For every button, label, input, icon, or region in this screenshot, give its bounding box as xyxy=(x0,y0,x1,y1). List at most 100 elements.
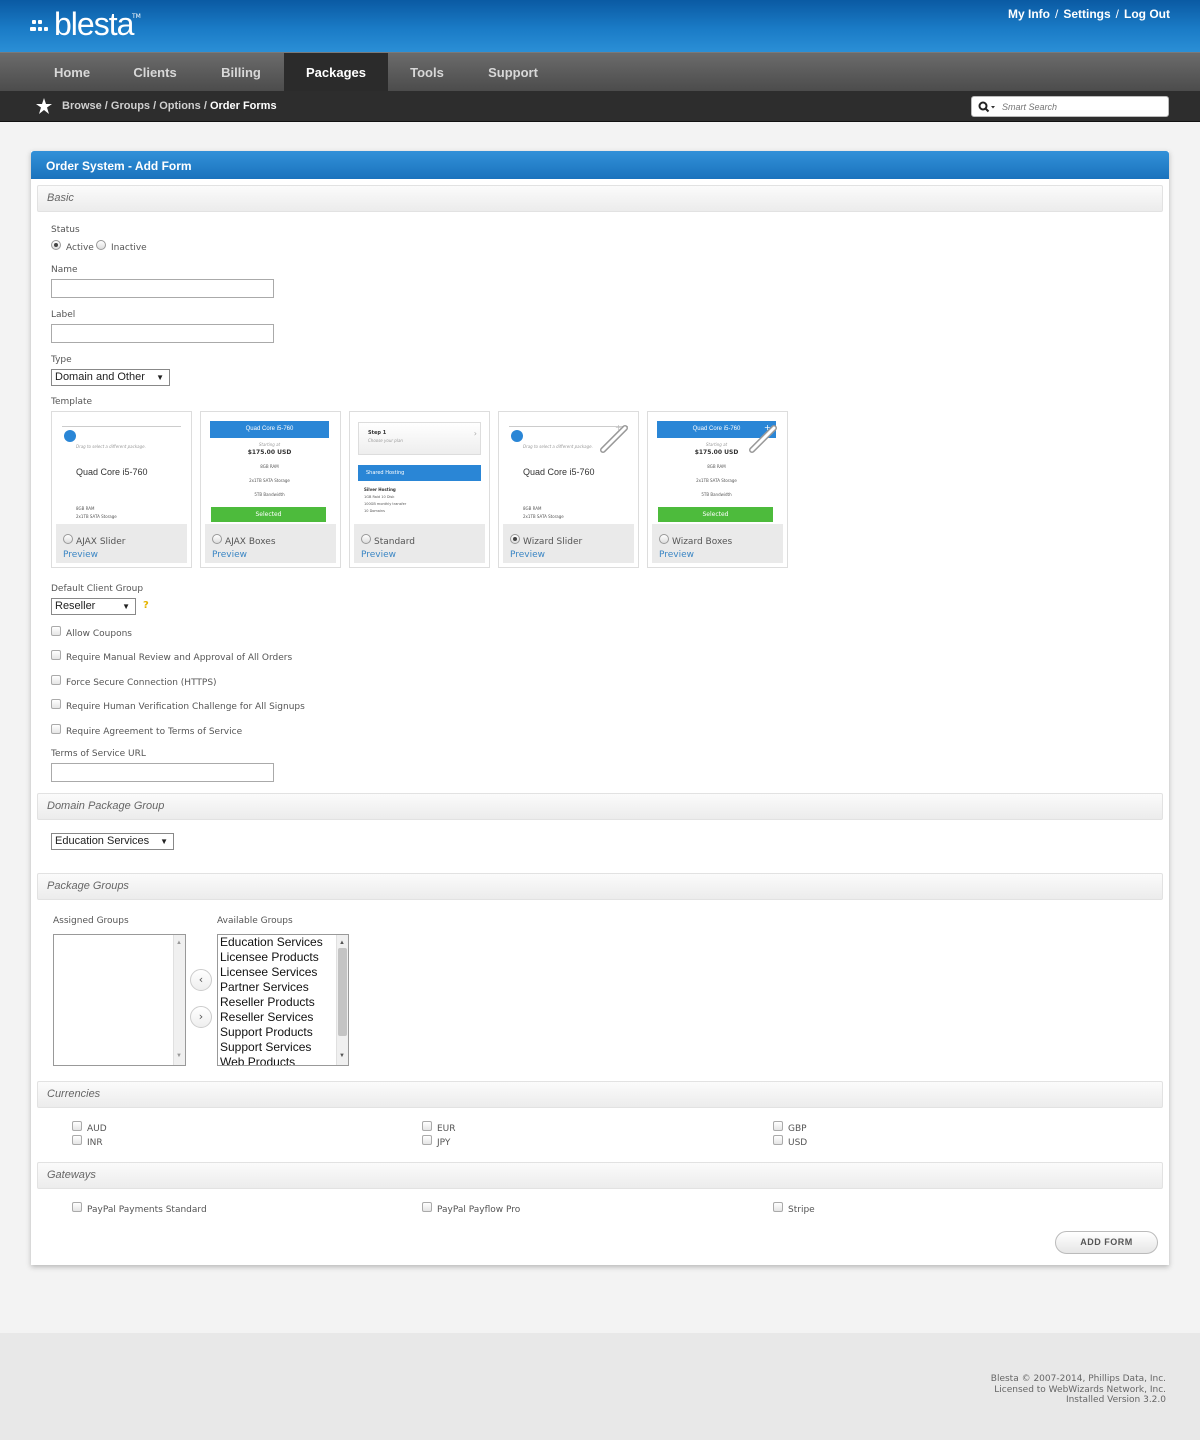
list-item[interactable]: Licensee Products xyxy=(218,950,348,965)
template-radio[interactable] xyxy=(659,534,669,544)
star-icon[interactable] xyxy=(36,98,52,114)
top-header: blesta TM My Info / Settings / Log Out xyxy=(0,0,1200,52)
currency-usd-label: USD xyxy=(788,1138,808,1148)
template-wizard-boxes[interactable]: Quad Core i5-760 Starting at $175.00 USD… xyxy=(647,411,788,568)
domain-group-select[interactable]: Education Services ▼ xyxy=(51,833,174,850)
template-standard[interactable]: Step 1 Choose your plan › Shared Hosting… xyxy=(349,411,490,568)
label-field[interactable] xyxy=(51,324,274,343)
gateway-paypal-payflow-checkbox[interactable] xyxy=(422,1202,432,1212)
type-value: Domain and Other xyxy=(55,371,145,383)
assigned-groups-list[interactable]: ▲ ▼ xyxy=(53,934,186,1066)
allow-coupons-label: Allow Coupons xyxy=(66,629,132,639)
template-preview-link[interactable]: Preview xyxy=(63,550,98,560)
top-links: My Info / Settings / Log Out xyxy=(1008,7,1170,21)
client-group-select[interactable]: Reseller ▼ xyxy=(51,598,136,615)
nav-packages[interactable]: Packages xyxy=(284,53,388,92)
template-preview-link[interactable]: Preview xyxy=(212,550,247,560)
magic-wand-icon: + xyxy=(749,423,777,453)
template-name: Wizard Slider xyxy=(523,537,583,547)
status-active-radio[interactable] xyxy=(51,240,61,250)
help-icon[interactable]: ? xyxy=(143,600,149,611)
main-nav: Home Clients Billing Packages Tools Supp… xyxy=(0,52,1200,92)
manual-review-checkbox[interactable] xyxy=(51,650,61,660)
scrollbar[interactable]: ▲ ▼ xyxy=(173,935,185,1065)
move-left-button[interactable]: ‹ xyxy=(190,969,212,991)
template-name: Wizard Boxes xyxy=(672,537,733,547)
template-preview-link[interactable]: Preview xyxy=(510,550,545,560)
tos-url-field[interactable] xyxy=(51,763,274,782)
scrollbar[interactable]: ▲ ▼ xyxy=(336,935,348,1065)
template-preview-link[interactable]: Preview xyxy=(361,550,396,560)
template-radio[interactable] xyxy=(63,534,73,544)
gateway-stripe-label: Stripe xyxy=(788,1205,815,1215)
currency-eur-checkbox[interactable] xyxy=(422,1121,432,1131)
list-item[interactable]: Reseller Products xyxy=(218,995,348,1010)
currency-aud-checkbox[interactable] xyxy=(72,1121,82,1131)
currency-gbp-checkbox[interactable] xyxy=(773,1121,783,1131)
smart-search[interactable] xyxy=(971,96,1169,117)
force-https-checkbox[interactable] xyxy=(51,675,61,685)
available-groups-list[interactable]: Education Services Licensee Products Lic… xyxy=(217,934,349,1066)
list-item[interactable]: Support Products xyxy=(218,1025,348,1040)
template-name: Standard xyxy=(374,537,415,547)
list-item[interactable]: Web Products xyxy=(218,1055,348,1065)
list-item[interactable]: Partner Services xyxy=(218,980,348,995)
force-https-label: Force Secure Connection (HTTPS) xyxy=(66,678,217,688)
footer: Blesta © 2007-2014, Phillips Data, Inc. … xyxy=(0,1333,1200,1440)
section-domain-package-group: Domain Package Group xyxy=(37,793,1163,820)
section-package-groups: Package Groups xyxy=(37,873,1163,900)
breadcrumb-bar: Browse / Groups / Options / Order Forms xyxy=(0,91,1200,122)
magic-wand-icon: + xyxy=(600,423,628,453)
nav-tools[interactable]: Tools xyxy=(395,53,459,92)
footer-license: Licensed to WebWizards Network, Inc. xyxy=(994,1384,1166,1395)
name-field[interactable] xyxy=(51,279,274,298)
breadcrumb: Browse / Groups / Options / Order Forms xyxy=(62,100,277,112)
currency-jpy-checkbox[interactable] xyxy=(422,1135,432,1145)
footer-copyright: Blesta © 2007-2014, Phillips Data, Inc. xyxy=(990,1374,1166,1384)
logo-tm: TM xyxy=(132,13,141,20)
require-tos-checkbox[interactable] xyxy=(51,724,61,734)
log-out-link[interactable]: Log Out xyxy=(1124,7,1170,21)
breadcrumb-browse[interactable]: Browse xyxy=(62,100,102,112)
require-tos-label: Require Agreement to Terms of Service xyxy=(66,727,243,737)
list-item[interactable]: Licensee Services xyxy=(218,965,348,980)
currency-inr-checkbox[interactable] xyxy=(72,1135,82,1145)
currency-usd-checkbox[interactable] xyxy=(773,1135,783,1145)
gateway-stripe-checkbox[interactable] xyxy=(773,1202,783,1212)
blesta-logo[interactable]: blesta TM xyxy=(30,6,160,44)
template-ajax-boxes[interactable]: Quad Core i5-760 Starting at $175.00 USD… xyxy=(200,411,341,568)
template-wizard-slider[interactable]: Drag to select a different package. Quad… xyxy=(498,411,639,568)
human-verification-label: Require Human Verification Challenge for… xyxy=(66,702,305,712)
template-preview-image: Quad Core i5-760 Starting at $175.00 USD… xyxy=(652,416,783,524)
gateway-paypal-payflow-label: PayPal Payflow Pro xyxy=(437,1205,521,1215)
breadcrumb-groups[interactable]: Groups xyxy=(111,100,150,112)
nav-support[interactable]: Support xyxy=(473,53,553,92)
assigned-groups-label: Assigned Groups xyxy=(53,916,129,926)
status-inactive-radio[interactable] xyxy=(96,240,106,250)
nav-billing[interactable]: Billing xyxy=(205,53,277,92)
logo-text: blesta xyxy=(54,6,134,42)
template-radio[interactable] xyxy=(361,534,371,544)
list-item[interactable]: Reseller Services xyxy=(218,1010,348,1025)
template-preview-image: Quad Core i5-760 Starting at $175.00 USD… xyxy=(205,416,336,524)
template-ajax-slider[interactable]: Drag to select a different package. Quad… xyxy=(51,411,192,568)
template-label: Template xyxy=(51,397,93,407)
template-radio-selected[interactable] xyxy=(510,534,520,544)
gateway-paypal-standard-checkbox[interactable] xyxy=(72,1202,82,1212)
list-item[interactable]: Support Services xyxy=(218,1040,348,1055)
my-info-link[interactable]: My Info xyxy=(1008,7,1050,21)
template-radio[interactable] xyxy=(212,534,222,544)
allow-coupons-checkbox[interactable] xyxy=(51,626,61,636)
search-input[interactable] xyxy=(1002,99,1162,114)
move-right-button[interactable]: › xyxy=(190,1006,212,1028)
separator: / xyxy=(1054,7,1059,21)
nav-clients[interactable]: Clients xyxy=(118,53,192,92)
template-preview-link[interactable]: Preview xyxy=(659,550,694,560)
nav-home[interactable]: Home xyxy=(37,53,107,92)
human-verification-checkbox[interactable] xyxy=(51,699,61,709)
type-select[interactable]: Domain and Other ▼ xyxy=(51,369,170,386)
settings-link[interactable]: Settings xyxy=(1063,7,1110,21)
list-item[interactable]: Education Services xyxy=(218,935,348,950)
breadcrumb-options[interactable]: Options xyxy=(159,100,201,112)
add-form-button[interactable]: ADD FORM xyxy=(1055,1231,1158,1254)
